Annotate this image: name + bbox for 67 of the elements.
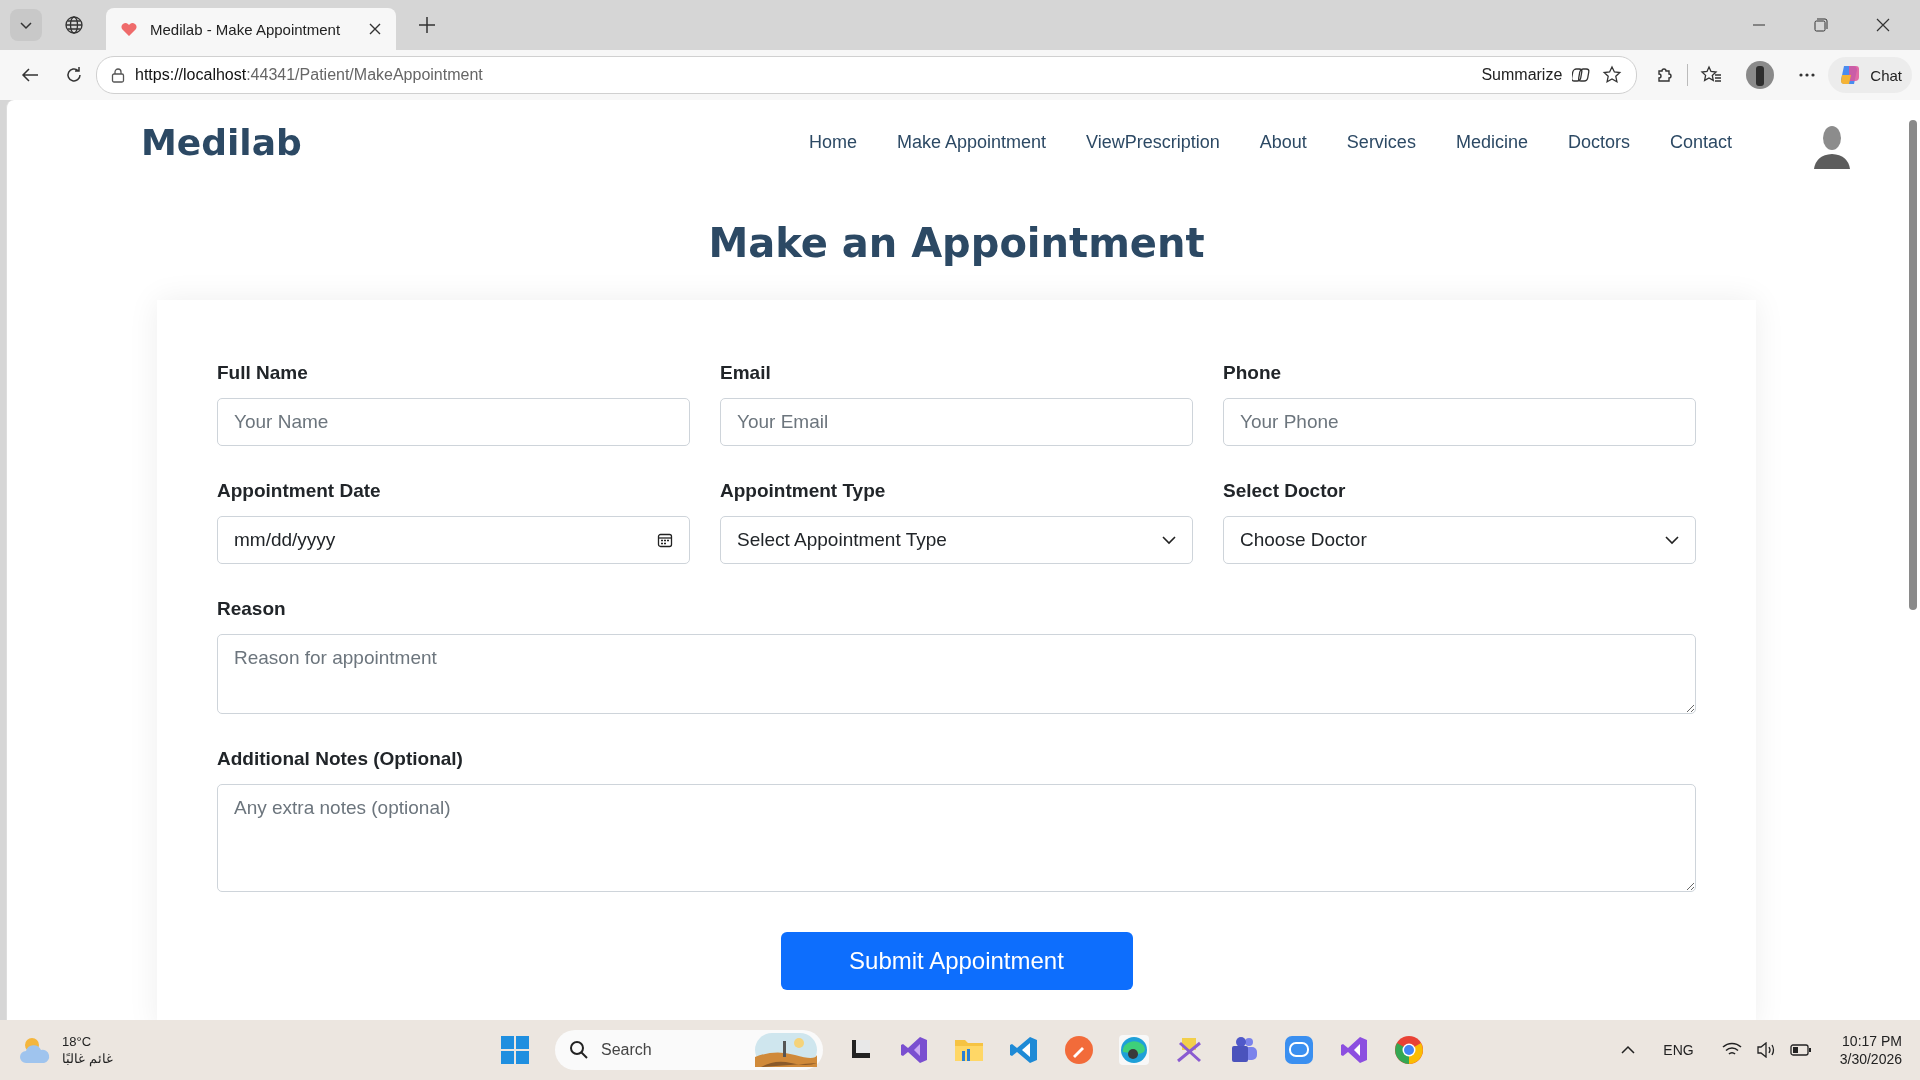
text-field[interactable]: Your Email xyxy=(720,398,1193,446)
close-icon[interactable] xyxy=(368,22,382,36)
language-indicator[interactable]: ENG xyxy=(1663,1042,1694,1058)
nav-link[interactable]: ViewPrescription xyxy=(1086,131,1220,153)
url-text: https://localhost:44341/Patient/MakeAppointment xyxy=(135,66,483,84)
nav-link[interactable]: Medicine xyxy=(1455,131,1528,153)
folder-icon[interactable] xyxy=(954,1037,984,1063)
weather-condition: غائم غالبًا xyxy=(62,1051,113,1066)
chevron-down-icon xyxy=(1162,535,1176,545)
weather-temperature: 18°C xyxy=(62,1034,93,1049)
clock-time[interactable]: 10:17 PM xyxy=(1842,1033,1902,1049)
globe-icon[interactable] xyxy=(64,15,84,35)
chat-button[interactable]: Chat xyxy=(1828,57,1912,93)
refresh-icon[interactable] xyxy=(64,65,84,85)
text-field[interactable]: Your Name xyxy=(217,398,690,446)
nav-link[interactable]: About xyxy=(1259,131,1307,153)
nav-link[interactable]: Home xyxy=(808,131,857,153)
close-icon[interactable] xyxy=(1876,18,1890,32)
taskbar-search-field[interactable]: Search xyxy=(555,1030,823,1070)
visual-studio-icon[interactable] xyxy=(1339,1035,1369,1065)
restore-icon[interactable] xyxy=(1814,18,1828,32)
battery-icon[interactable] xyxy=(1789,1043,1812,1057)
date-field[interactable]: mm/dd/yyyy xyxy=(217,516,690,564)
clock-date[interactable]: 3/30/2026 xyxy=(1839,1051,1902,1067)
text-field[interactable]: Your Phone xyxy=(1223,398,1696,446)
tab-list-button[interactable] xyxy=(10,9,42,41)
nav-link[interactable]: Doctors xyxy=(1567,131,1630,153)
nav-link[interactable]: Make Appointment xyxy=(897,131,1047,153)
teams-icon[interactable] xyxy=(1229,1035,1259,1065)
lock-icon xyxy=(111,67,125,83)
tab-title: Medilab - Make Appointment xyxy=(150,20,342,38)
field-label: Email xyxy=(720,362,772,384)
submit-button[interactable]: Submit Appointment xyxy=(780,932,1133,990)
chat-bubble-icon[interactable] xyxy=(1284,1035,1314,1065)
field-label: Appointment Type xyxy=(720,480,887,502)
field-label: Additional Notes (Optional) xyxy=(217,748,464,770)
dropdown-field[interactable]: Choose Doctor xyxy=(1223,516,1696,564)
text-area[interactable]: Reason for appointment xyxy=(217,634,1696,714)
more-icon[interactable] xyxy=(1798,72,1817,78)
field-label: Phone xyxy=(1223,362,1283,384)
field-label: Select Doctor xyxy=(1223,480,1347,502)
star-icon[interactable] xyxy=(1602,65,1623,85)
nav-link[interactable]: Contact xyxy=(1669,131,1732,153)
nav-link[interactable]: Services xyxy=(1346,131,1416,153)
search-icon xyxy=(569,1040,589,1060)
chrome-icon[interactable] xyxy=(1394,1035,1424,1065)
field-label: Full Name xyxy=(217,362,309,384)
calendar-icon[interactable] xyxy=(657,532,673,548)
new-tab-icon[interactable] xyxy=(418,16,436,34)
visual-studio-icon[interactable] xyxy=(899,1035,929,1065)
field-label: Appointment Date xyxy=(217,480,382,502)
favorites-icon[interactable] xyxy=(1700,65,1723,85)
profile-avatar-icon[interactable] xyxy=(1746,61,1775,89)
text-area[interactable]: Any extra notes (optional) xyxy=(217,784,1696,892)
heart-icon xyxy=(120,20,138,38)
address-field[interactable]: https://localhost:44341/Patient/MakeAppointment Summarize xyxy=(96,56,1638,94)
chevron-up-icon[interactable] xyxy=(1621,1045,1636,1055)
summarize-button[interactable]: Summarize xyxy=(1481,66,1563,84)
start-icon[interactable] xyxy=(500,1035,530,1065)
page-title: Make an Appointment xyxy=(707,220,1206,266)
browser-tab[interactable]: Medilab - Make Appointment xyxy=(106,8,396,50)
field-label: Reason xyxy=(217,598,287,620)
vs-code-icon[interactable] xyxy=(1009,1035,1039,1065)
speaker-icon[interactable] xyxy=(1755,1042,1776,1058)
dropdown-field[interactable]: Select Appointment Type xyxy=(720,516,1193,564)
site-logo[interactable]: Medilab xyxy=(141,121,302,163)
chevron-down-icon xyxy=(1665,535,1679,545)
